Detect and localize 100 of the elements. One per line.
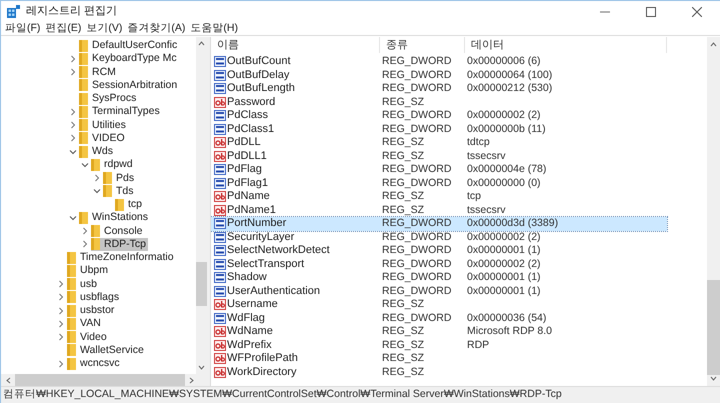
chevron-right-icon[interactable] [69,54,77,63]
table-row[interactable]: UserAuthentication REG_DWORD 0x00000001 (1) [211,284,667,298]
table-row[interactable]: PdClass1 REG_DWORD 0x0000000b (11) [211,122,667,136]
tree-item[interactable]: WinStations [79,211,150,224]
menu-item[interactable]: 보기(V) [84,22,124,35]
value-type: REG_DWORD [381,55,452,68]
column-header[interactable]: 데이터 [465,37,667,53]
tree-item[interactable]: SysProcs [79,92,138,106]
scroll-right-icon[interactable] [188,376,195,384]
table-row[interactable]: Shadow REG_DWORD 0x00000001 (1) [211,271,667,284]
tree-item[interactable]: Utilities [79,118,128,132]
chevron-down-icon[interactable] [69,214,77,222]
table-row[interactable]: OutBufLength REG_DWORD 0x00000212 (530) [211,82,667,96]
table-row[interactable]: WdFlag REG_DWORD 0x00000036 (54) [211,312,667,325]
tree-item[interactable]: Console [91,224,145,238]
menu-item[interactable]: 도움말(H) [188,22,240,35]
value-type: REG_SZ [381,190,426,204]
string-value-icon [214,191,226,202]
chevron-right-icon[interactable] [81,227,89,236]
column-header[interactable]: 종류 [380,37,465,53]
table-row[interactable]: SecurityLayer REG_DWORD 0x00000002 (2) [211,230,667,244]
value-data: tdtcp [466,136,490,150]
scrollbar-thumb[interactable] [196,262,207,306]
chevron-right-icon[interactable] [93,174,101,182]
table-row[interactable]: PortNumber REG_DWORD 0x00000d3d (3389) [211,217,667,230]
scroll-left-icon[interactable] [5,376,12,384]
tree-item[interactable]: DefaultUserConfic [79,39,180,52]
table-row[interactable]: PdDLL REG_SZ tdtcp [211,136,667,150]
tree-item[interactable]: Tds [103,184,136,198]
table-row[interactable]: OutBufCount REG_DWORD 0x00000006 (6) [211,55,667,68]
table-row[interactable]: WdPrefix REG_SZ RDP [211,338,667,352]
table-row[interactable]: PdFlag REG_DWORD 0x0000004e (78) [211,163,667,176]
tree-item[interactable]: usbflags [67,290,122,304]
folder-icon [79,146,88,158]
horizontal-scrollbar[interactable] [1,374,207,386]
scrollbar-thumb[interactable] [707,280,720,375]
table-row[interactable]: Password REG_SZ [211,96,667,109]
vertical-scrollbar[interactable] [196,37,207,374]
folder-icon [115,198,124,211]
chevron-right-icon[interactable] [57,320,65,328]
table-row[interactable]: PdFlag1 REG_DWORD 0x00000000 (0) [211,176,667,190]
tree-item[interactable]: Wds [79,145,115,158]
menu-item[interactable]: 즐겨찾기(A) [125,22,188,35]
chevron-right-icon[interactable] [81,240,89,248]
table-row[interactable]: PdClass REG_DWORD 0x00000002 (2) [211,109,667,122]
tree-item[interactable]: rdpwd [91,158,135,172]
chevron-down-icon[interactable] [81,160,89,169]
chevron-right-icon[interactable] [57,280,65,288]
chevron-right-icon[interactable] [69,121,77,130]
binary-value-icon [214,218,226,230]
scroll-up-icon[interactable] [198,40,205,47]
column-header[interactable]: 이름 [211,37,380,53]
value-type: REG_DWORD [381,82,452,96]
tree-item[interactable]: SessionArbitration [79,78,180,92]
tree-item[interactable]: usb [67,278,99,291]
tree-item[interactable]: TerminalTypes [79,105,162,118]
vertical-scrollbar[interactable] [707,37,720,386]
table-row[interactable]: Username REG_SZ [211,298,667,312]
tree-item[interactable]: VIDEO [79,132,127,145]
table-row[interactable]: PdName REG_SZ tcp [211,190,667,204]
table-row[interactable]: WFProfilePath REG_SZ [211,352,667,366]
tree-item[interactable]: Video [67,330,109,344]
table-row[interactable]: SelectNetworkDetect REG_DWORD 0x00000001 (1) [211,244,667,258]
table-row[interactable]: WdName REG_SZ Microsoft RDP 8.0 [211,325,667,338]
tree-item[interactable]: RDP-Tcp [91,238,148,251]
chevron-right-icon[interactable] [69,134,77,142]
table-row[interactable]: PdDLL1 REG_SZ tssecsrv [211,150,667,163]
chevron-right-icon[interactable] [57,306,65,315]
tree-item[interactable]: Ubpm [67,264,110,278]
value-data: 0x0000004e (78) [466,163,546,176]
tree-item[interactable]: VAN [67,317,103,330]
binary-value-icon [214,56,226,68]
chevron-right-icon[interactable] [69,108,77,116]
tree-item[interactable]: Pds [103,172,136,185]
chevron-right-icon[interactable] [57,293,65,302]
menu-item[interactable]: 편집(E) [43,22,84,35]
scroll-down-icon[interactable] [198,364,205,371]
table-row[interactable]: PdName1 REG_SZ tssecsrv [211,204,667,217]
value-type: REG_DWORD [381,312,452,325]
chevron-right-icon[interactable] [57,333,65,342]
chevron-down-icon[interactable] [93,187,101,196]
chevron-down-icon[interactable] [69,148,77,156]
table-row[interactable]: SelectTransport REG_DWORD 0x00000002 (2) [211,258,667,271]
table-row[interactable]: WorkDirectory REG_SZ [211,366,667,379]
scroll-down-icon[interactable] [710,375,717,382]
chevron-right-icon[interactable] [69,68,77,76]
tree-item[interactable]: KeyboardType Mc [79,52,179,66]
tree-item[interactable]: WalletService [67,344,146,357]
menu-item[interactable]: 파일(F) [3,22,42,35]
table-row[interactable]: OutBufDelay REG_DWORD 0x00000064 (100) [211,68,667,82]
tree-item[interactable]: usbstor [67,304,116,318]
tree-item[interactable]: tcp [115,198,144,212]
tree-item[interactable]: TimeZoneInformatio [67,251,176,264]
scroll-up-icon[interactable] [710,41,717,48]
chevron-right-icon[interactable] [57,360,65,368]
scrollbar-thumb[interactable] [15,374,185,386]
tree-item[interactable]: wcncsvc [67,357,122,370]
value-type: REG_SZ [381,352,426,366]
window-title: 레지스트리 편집기 [26,4,118,20]
tree-item[interactable]: RCM [79,66,118,79]
